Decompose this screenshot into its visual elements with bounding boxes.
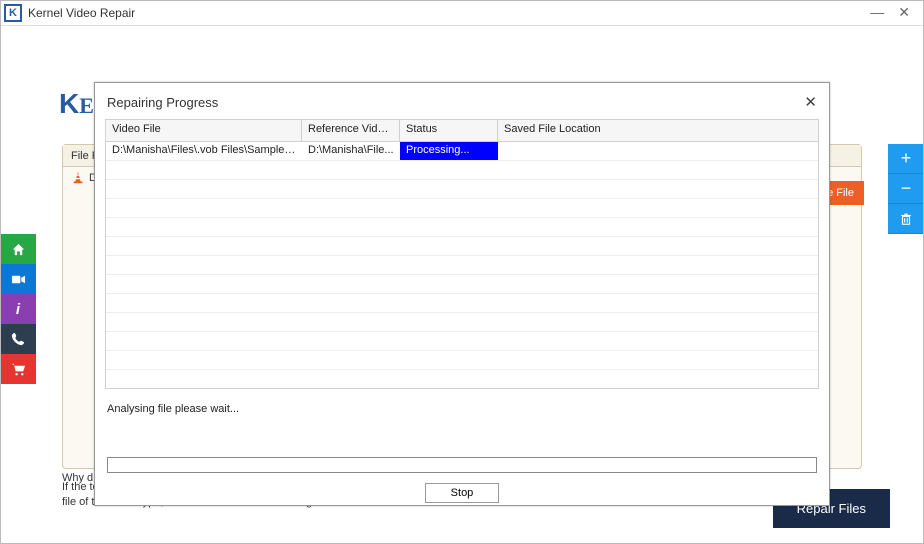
video-icon bbox=[11, 272, 26, 287]
table-header: Video File Reference Video... Status Sav… bbox=[106, 120, 819, 142]
contact-tab[interactable] bbox=[0, 324, 36, 354]
table-row bbox=[106, 313, 818, 332]
left-sidebar: i bbox=[0, 234, 36, 384]
col-reference[interactable]: Reference Video... bbox=[302, 120, 400, 141]
vlc-icon bbox=[71, 171, 85, 185]
cell-status: Processing... bbox=[400, 142, 498, 160]
cart-icon bbox=[11, 362, 26, 377]
table-body: D:\Manisha\Files\.vob Files\SampleVi... … bbox=[106, 142, 819, 389]
buy-tab[interactable] bbox=[0, 354, 36, 384]
info-icon: i bbox=[16, 301, 20, 318]
table-row bbox=[106, 294, 818, 313]
close-button[interactable]: ✕ bbox=[898, 4, 910, 21]
info-tab[interactable]: i bbox=[0, 294, 36, 324]
table-row bbox=[106, 370, 818, 389]
minus-icon: − bbox=[901, 178, 912, 199]
right-sidebar: + − bbox=[888, 144, 924, 234]
app-icon: K bbox=[4, 4, 22, 22]
remove-file-button[interactable]: − bbox=[888, 174, 924, 204]
video-tab[interactable] bbox=[0, 264, 36, 294]
add-file-button[interactable]: + bbox=[888, 144, 924, 174]
phone-icon bbox=[11, 332, 25, 346]
progress-table: Video File Reference Video... Status Sav… bbox=[105, 119, 819, 389]
table-row[interactable]: D:\Manisha\Files\.vob Files\SampleVi... … bbox=[106, 142, 818, 161]
col-video-file[interactable]: Video File bbox=[106, 120, 302, 141]
cell-reference: D:\Manisha\File... bbox=[302, 142, 400, 160]
table-row bbox=[106, 332, 818, 351]
stop-button[interactable]: Stop bbox=[425, 483, 499, 503]
home-tab[interactable] bbox=[0, 234, 36, 264]
home-icon bbox=[11, 242, 26, 257]
main-frame: KEI File Pa D:\ ce File Why d If the too… bbox=[0, 26, 924, 544]
table-row bbox=[106, 237, 818, 256]
trash-icon bbox=[899, 212, 913, 226]
table-row bbox=[106, 180, 818, 199]
col-status[interactable]: Status bbox=[400, 120, 498, 141]
cell-video-file: D:\Manisha\Files\.vob Files\SampleVi... bbox=[106, 142, 302, 160]
minimize-button[interactable]: — bbox=[870, 4, 884, 21]
cell-saved bbox=[498, 142, 818, 160]
repairing-progress-dialog: Repairing Progress ✕ Video File Referenc… bbox=[94, 82, 830, 506]
table-row bbox=[106, 351, 818, 370]
window-controls: — ✕ bbox=[870, 4, 920, 21]
table-row bbox=[106, 275, 818, 294]
col-saved[interactable]: Saved File Location bbox=[498, 120, 819, 141]
dialog-close-button[interactable]: ✕ bbox=[804, 93, 817, 111]
dialog-title: Repairing Progress bbox=[107, 95, 218, 110]
app-title: Kernel Video Repair bbox=[28, 6, 135, 20]
plus-icon: + bbox=[901, 148, 912, 169]
analyzing-text: Analysing file please wait... bbox=[107, 403, 817, 415]
delete-file-button[interactable] bbox=[888, 204, 924, 234]
title-bar: K Kernel Video Repair — ✕ bbox=[0, 0, 924, 26]
table-row bbox=[106, 161, 818, 180]
dialog-header: Repairing Progress ✕ bbox=[95, 83, 829, 119]
table-row bbox=[106, 256, 818, 275]
table-row bbox=[106, 199, 818, 218]
progress-bar bbox=[107, 457, 817, 473]
table-row bbox=[106, 218, 818, 237]
